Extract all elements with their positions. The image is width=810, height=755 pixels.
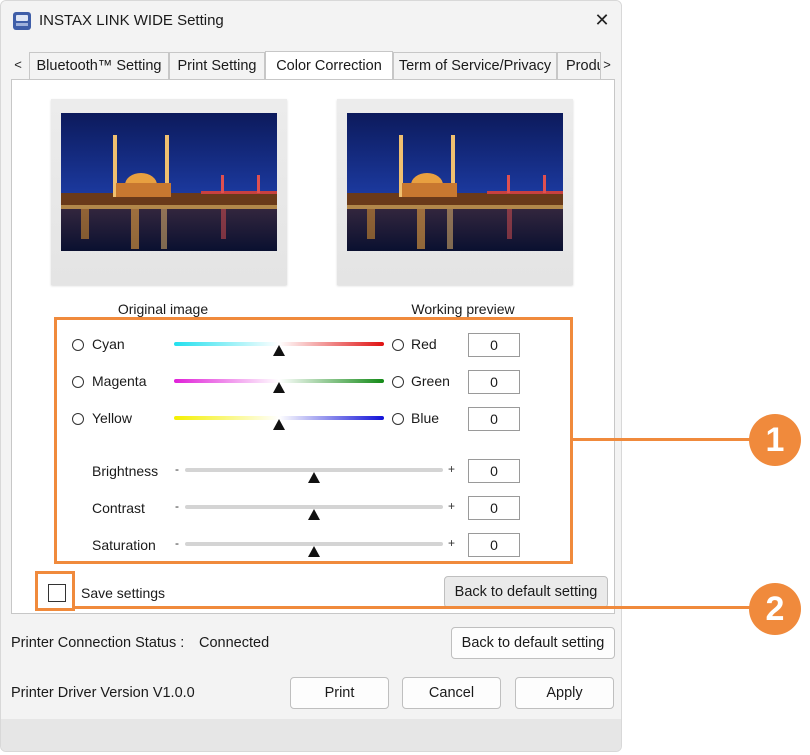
tab-product[interactable]: Produ (557, 52, 601, 79)
tab-color-correction[interactable]: Color Correction (265, 51, 393, 79)
callout-2-leader-line (74, 606, 750, 609)
title-bar: INSTAX LINK WIDE Setting ✕ (1, 1, 621, 41)
connection-status-label: Printer Connection Status : (11, 635, 185, 651)
cancel-button[interactable]: Cancel (402, 677, 501, 709)
save-settings-label: Save settings (81, 585, 166, 601)
working-preview-image (347, 113, 563, 251)
tab-terms-privacy[interactable]: Term of Service/Privacy (393, 52, 557, 79)
original-image-caption: Original image (117, 301, 209, 317)
callout-2-highlight-box (35, 571, 75, 611)
driver-version-label: Printer Driver Version V1.0.0 (11, 685, 195, 701)
apply-button[interactable]: Apply (515, 677, 614, 709)
close-icon[interactable]: ✕ (591, 9, 613, 31)
original-image (61, 113, 277, 251)
mosque-night-photo (61, 113, 277, 251)
tab-print-setting[interactable]: Print Setting (169, 52, 265, 79)
connection-status-value: Connected (199, 635, 270, 651)
status-strip (1, 719, 621, 751)
callout-1-highlight-box (54, 317, 573, 564)
working-preview-caption: Working preview (411, 301, 515, 317)
window-title: INSTAX LINK WIDE Setting (39, 12, 224, 29)
callout-1-badge: 1 (749, 414, 801, 466)
mosque-night-photo-preview (347, 113, 563, 251)
tab-scroll-left-icon[interactable]: < (11, 53, 25, 77)
print-button[interactable]: Print (290, 677, 389, 709)
back-to-default-button[interactable]: Back to default setting (451, 627, 615, 659)
original-image-frame (51, 99, 287, 285)
tab-scroll-right-icon[interactable]: > (600, 53, 614, 77)
callout-1-leader-line (572, 438, 750, 441)
panel-back-to-default-button[interactable]: Back to default setting (444, 576, 608, 608)
tab-bar: < Bluetooth™ Setting Print Setting Color… (11, 51, 615, 79)
tab-bluetooth-setting[interactable]: Bluetooth™ Setting (29, 52, 169, 79)
working-preview-frame (337, 99, 573, 285)
printer-app-icon (13, 12, 31, 30)
callout-2-badge: 2 (749, 583, 801, 635)
